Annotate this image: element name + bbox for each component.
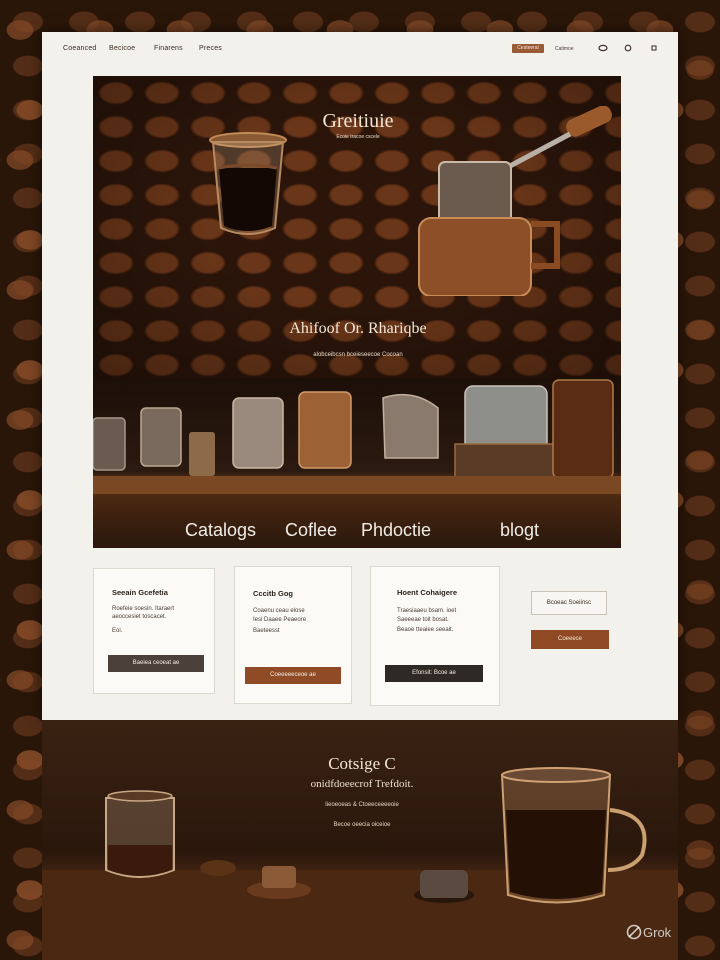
hero-tagline: alobceibcsn bceieseecoe Cocoan [313, 352, 403, 358]
hero-title: Greitiuie [322, 110, 394, 132]
nav-cta-button[interactable]: Cesteerai [512, 44, 544, 53]
card-text-line: Iesi Daaee Peaeore [253, 617, 307, 623]
coffee-equipment-image [93, 379, 621, 494]
user-icon[interactable] [598, 43, 608, 53]
card-text-line: Traesiaaeu bsam. ioet [397, 608, 457, 614]
card-button[interactable]: Baeiea ceoeat ae [108, 655, 204, 672]
info-icon[interactable] [649, 43, 659, 53]
top-nav: Coeanced Becicoe Finarens Preces Cesteer… [42, 32, 678, 66]
footer-subtitle: onidfdoeecrof Trefdoit. [310, 778, 414, 790]
side-button[interactable]: Coeeece [531, 630, 609, 649]
footer-text-line: Iieoeoeas & Ctoeeceeeeoie [325, 802, 399, 808]
product-card-3: Hoent Cohaigere Traesiaaeu bsam. ioet Sa… [370, 566, 500, 706]
shelf-nav-products[interactable]: Phdoctie [361, 520, 431, 541]
card-text-line: Beaoe tteaiee seeait. [397, 627, 454, 633]
nav-link-3[interactable]: Finarens [154, 45, 183, 52]
card-button[interactable]: Coeeeeeceoe ae [245, 667, 341, 684]
hero-banner: Greitiuie Ecoie tracoe cscele Ahifoof Or… [93, 76, 621, 378]
glass-coffee-pot-image [203, 128, 293, 243]
nav-link-1[interactable]: Coeanced [63, 45, 97, 52]
footer-title: Cotsige C [328, 754, 396, 773]
nav-small-link[interactable]: Catimoe [555, 46, 574, 52]
footer-text-line: Becoe oeecia oiceioe [333, 822, 391, 828]
copper-kettle-image [415, 105, 615, 301]
nav-link-4[interactable]: Preces [199, 45, 222, 52]
card-text-line: aeoccesiet toscacet. [112, 614, 167, 620]
side-box[interactable]: Bcoeac Soeiinsc [531, 591, 607, 615]
card-text-line: Coaenu ceau elose [253, 608, 305, 614]
card-text-line: Roefeie soesin. Itaraert [112, 606, 175, 612]
watermark-text: Grok [643, 925, 672, 940]
card-title: Cccitb Gog [253, 589, 294, 598]
grok-logo-icon [626, 924, 642, 940]
search-icon[interactable] [623, 43, 633, 53]
shelf-nav-coffee[interactable]: Coflee [285, 520, 337, 541]
coffee-equipment-shelf: Catalogs Coflee Phdoctie blogt [93, 378, 621, 548]
shelf-nav-catalogs[interactable]: Catalogs [185, 520, 256, 541]
product-card-1: Seeain Gcefetia Roefeie soesin. Itaraert… [93, 568, 215, 694]
hero-headline: Ahifoof Or. Rhariqbe [289, 320, 427, 337]
card-text-line: Eoi. [112, 628, 123, 634]
shelf-nav-blog[interactable]: blogt [500, 520, 539, 541]
product-card-2: Cccitb Gog Coaenu ceau elose Iesi Daaee … [234, 566, 352, 704]
card-text-line: Baeteesst [253, 628, 280, 634]
footer-section: Cotsige C onidfdoeecrof Trefdoit. Iieoeo… [42, 720, 678, 960]
card-title: Hoent Cohaigere [397, 588, 458, 597]
card-text-line: Saeeeae toit bosat. [397, 617, 449, 623]
card-title: Seeain Gcefetia [112, 588, 168, 597]
nav-link-2[interactable]: Becicoe [109, 45, 135, 52]
card-button[interactable]: Efonsit: Bcoe ae [385, 665, 483, 682]
hero-subtitle: Ecoie tracoe cscele [336, 134, 380, 140]
